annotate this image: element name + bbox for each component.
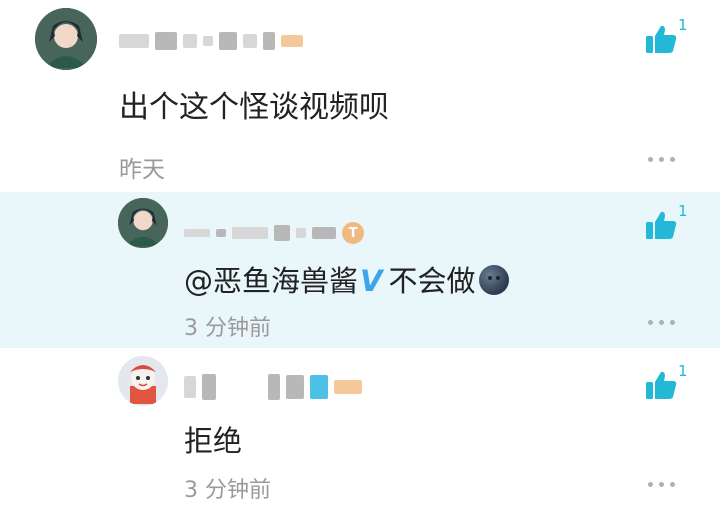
thumbs-up-icon — [646, 25, 677, 53]
username-redacted[interactable]: T — [184, 222, 364, 244]
more-dots-icon[interactable] — [648, 482, 675, 487]
thumbs-up-icon — [646, 211, 677, 239]
comment-item: 出个这个怪谈视频呗 昨天 1 — [0, 0, 720, 192]
more-dots-icon[interactable] — [648, 157, 675, 162]
like-button[interactable]: 1 — [646, 362, 696, 404]
username-redacted[interactable] — [184, 374, 362, 400]
user-level-badge: T — [342, 222, 364, 244]
username-redacted[interactable] — [119, 30, 303, 52]
reply-body: 不会做 — [388, 264, 476, 298]
reply-text: @恶鱼海兽酱V 不会做 — [184, 258, 510, 300]
avatar[interactable] — [35, 8, 97, 70]
comment-time: 3 分钟前 — [184, 478, 271, 503]
verified-v-icon: V — [360, 264, 383, 298]
reply-item-highlighted: T @恶鱼海兽酱V 不会做 3 分钟前 1 — [0, 192, 720, 348]
mention-link[interactable]: @恶鱼海兽酱 — [184, 264, 358, 298]
moon-face-icon — [479, 265, 510, 295]
like-count: 1 — [678, 202, 688, 220]
like-button[interactable]: 1 — [646, 16, 696, 58]
comment-text: 出个这个怪谈视频呗 — [119, 90, 389, 125]
thumbs-up-icon — [646, 371, 677, 399]
more-dots-icon[interactable] — [648, 320, 675, 325]
comment-time: 3 分钟前 — [184, 316, 271, 341]
avatar[interactable] — [118, 356, 168, 406]
comment-time: 昨天 — [119, 157, 165, 183]
like-count: 1 — [678, 362, 688, 380]
like-count: 1 — [678, 16, 688, 34]
like-button[interactable]: 1 — [646, 202, 696, 244]
avatar[interactable] — [118, 198, 168, 248]
reply-text: 拒绝 — [184, 424, 243, 458]
reply-item: 拒绝 3 分钟前 1 — [0, 348, 720, 522]
